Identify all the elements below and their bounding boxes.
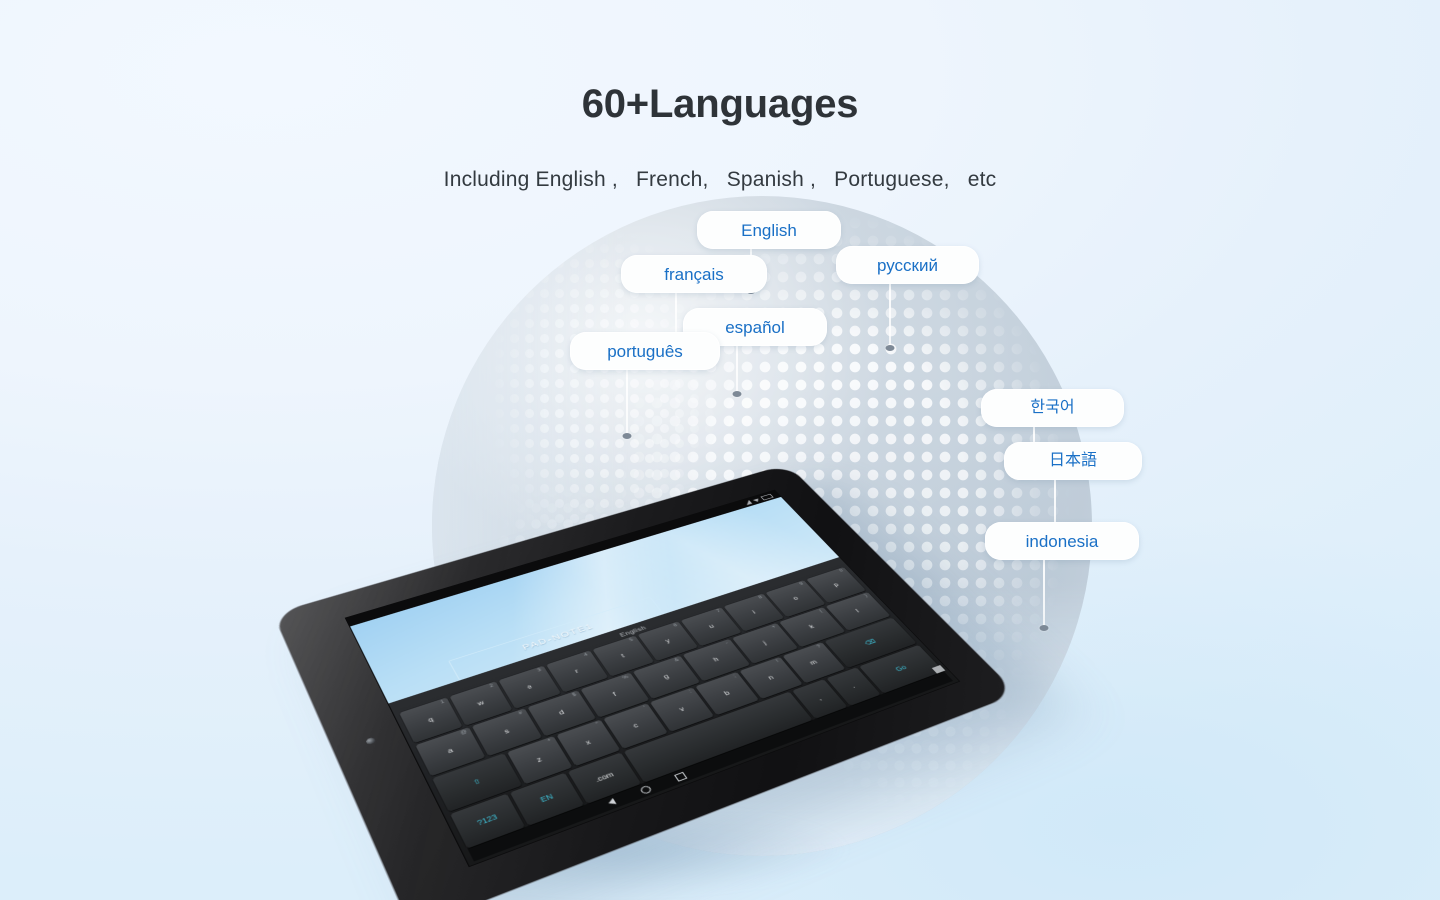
key-label: l	[855, 608, 861, 613]
key-label: ⌫	[863, 638, 877, 647]
key-label: u	[707, 623, 715, 629]
language-key[interactable]: EN	[510, 772, 585, 825]
key-label: k	[808, 624, 816, 630]
key-secondary-label: 0	[839, 569, 845, 573]
key-secondary-label: -	[725, 641, 730, 645]
tablet-scene: PAD-NOTE1 English q 1 w 2 e 3 r 4 t 5 y 6 u 7 i 8 o 9 p 0 a @…	[0, 0, 1440, 900]
key-secondary-label: :	[688, 690, 692, 694]
key-n[interactable]: n!	[739, 657, 802, 699]
key-secondary-label: 6	[673, 624, 679, 628]
key-label: y	[664, 638, 672, 644]
key-label: o	[792, 595, 800, 601]
home-icon[interactable]	[639, 784, 652, 794]
key-label: .	[850, 683, 857, 689]
key-label: q	[427, 716, 435, 723]
symbols-key[interactable]: ?123	[450, 793, 525, 848]
comma-key[interactable]: ,	[792, 679, 847, 719]
dotcom-key[interactable]: .com	[568, 752, 642, 804]
key-secondary-label: (	[819, 609, 824, 613]
key-label: p	[832, 582, 840, 588]
key-g[interactable]: g &	[632, 655, 700, 699]
key-label: r	[574, 668, 580, 674]
key-label: ⇧	[472, 777, 483, 786]
key-secondary-label: 5	[629, 638, 635, 642]
signal-icon	[744, 500, 753, 505]
key-secondary-label: +	[771, 625, 777, 629]
key-secondary-label: *	[548, 739, 553, 744]
keyboard-hide-icon[interactable]	[932, 665, 946, 674]
period-key[interactable]: .	[826, 667, 881, 706]
key-secondary-label: )	[864, 594, 869, 598]
key-label: x	[584, 739, 592, 747]
key-label: n	[767, 674, 775, 681]
key-secondary-label: "	[596, 722, 601, 727]
key-x[interactable]: x "	[556, 720, 621, 766]
key-secondary-label: 8	[758, 596, 764, 600]
page-root: 60+Languages Including English , French,…	[0, 0, 1440, 900]
key-label: b	[723, 690, 731, 697]
key-secondary-label: 1	[440, 700, 445, 705]
key-secondary-label: @	[460, 730, 468, 736]
key-label: j	[762, 640, 768, 646]
key-secondary-label: ?	[816, 645, 822, 650]
back-icon[interactable]	[607, 798, 617, 806]
key-secondary-label: 9	[799, 582, 805, 586]
android-tablet[interactable]: PAD-NOTE1 English q 1 w 2 e 3 r 4 t 5 y 6 u 7 i 8 o 9 p 0 a @…	[274, 464, 1017, 900]
key-label: ,	[816, 695, 823, 701]
navigation-bar[interactable]	[467, 671, 953, 861]
key-secondary-label: 7	[716, 610, 722, 614]
key-label: m	[808, 659, 818, 666]
key-secondary-label: 3	[537, 668, 542, 673]
key-b[interactable]: b;	[695, 672, 758, 715]
key-secondary-label: $	[572, 693, 578, 698]
key-secondary-label: ;	[733, 675, 737, 679]
key-label: z	[535, 756, 543, 764]
key-secondary-label: !	[776, 659, 780, 663]
key-label: ?123	[476, 813, 499, 827]
key-secondary-label: &	[674, 658, 680, 663]
key-r[interactable]: r4	[546, 651, 608, 693]
key-label: v	[678, 706, 686, 713]
battery-icon	[760, 494, 773, 501]
wifi-icon	[752, 497, 761, 502]
key-label: .com	[594, 771, 616, 784]
key-c[interactable]: c '	[604, 703, 668, 748]
key-label: i	[751, 609, 757, 614]
shift-key[interactable]: ⇧	[432, 753, 522, 811]
